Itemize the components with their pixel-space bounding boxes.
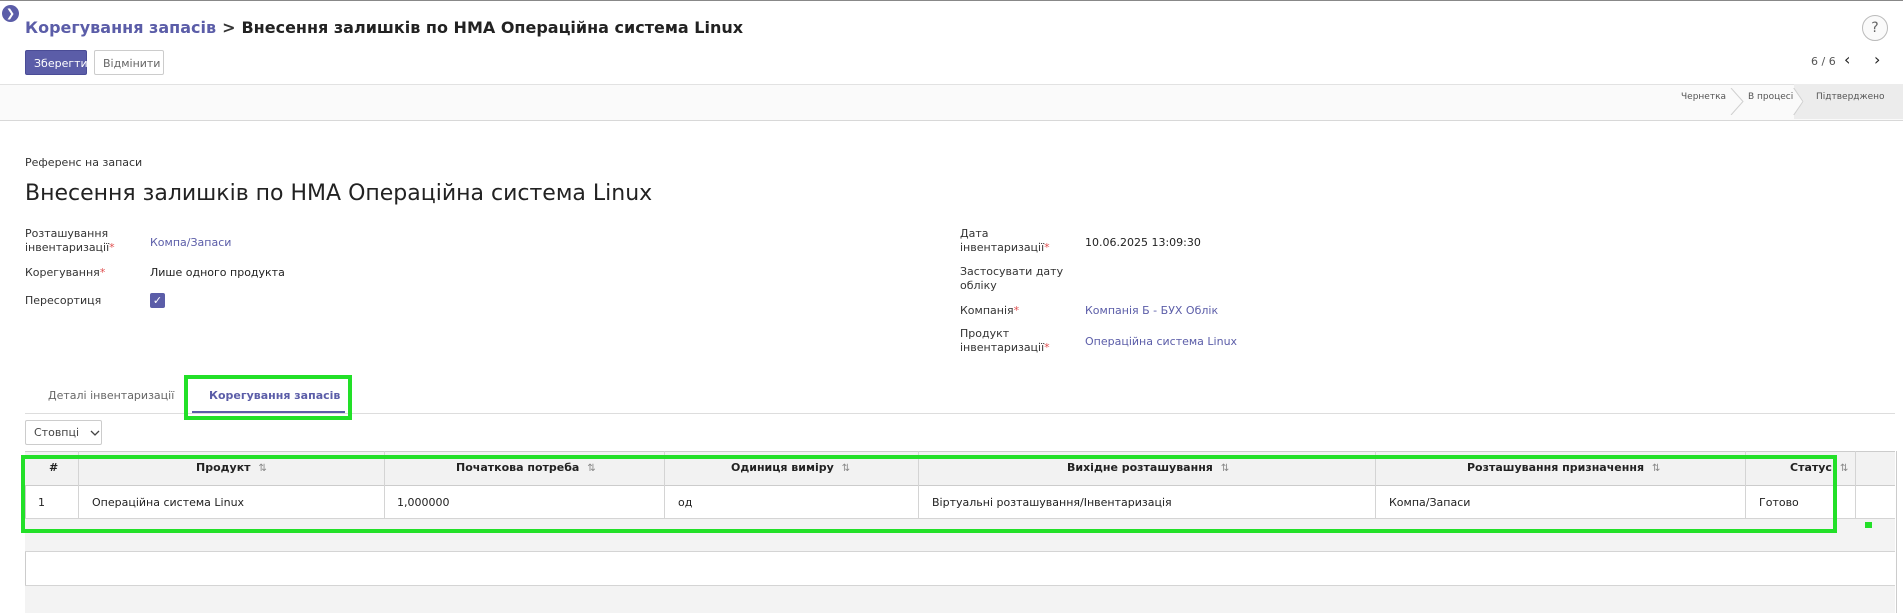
date-label: Дата інвентаризації* — [960, 227, 1050, 255]
adjustment-value[interactable]: Лише одного продукта — [150, 266, 285, 279]
column-divider — [1855, 451, 1856, 518]
sidebar-toggle-icon[interactable]: ❯ — [2, 5, 19, 22]
product-label-line1: Продукт — [960, 327, 1010, 340]
save-button[interactable]: Зберегти — [25, 50, 88, 75]
required-mark: * — [109, 241, 115, 254]
stage-in-progress[interactable]: В процесі — [1748, 92, 1793, 102]
status-bar — [0, 84, 1903, 121]
pager-counter[interactable]: 6 / 6 — [1811, 55, 1836, 68]
required-mark: * — [1044, 341, 1050, 354]
adjustment-label-text: Корегування — [25, 266, 100, 279]
company-label-text: Компанія — [960, 304, 1014, 317]
row-divider — [25, 551, 1895, 552]
breadcrumb: Корегування запасів > Внесення залишків по… — [25, 18, 743, 37]
columns-button-label: Стовпці — [34, 426, 80, 439]
product-value-link[interactable]: Операційна система Linux — [1085, 335, 1237, 348]
location-label-line1: Розташування — [25, 227, 109, 240]
date-value[interactable]: 10.06.2025 13:09:30 — [1085, 236, 1201, 249]
required-mark: * — [99, 266, 106, 279]
reference-label: Референс на запаси — [25, 156, 143, 169]
tab-inventory-details[interactable]: Деталі інвентаризації — [48, 389, 174, 402]
highlight-marker — [1865, 522, 1872, 528]
product-label-line2: інвентаризації — [960, 341, 1045, 354]
chevron-right-icon[interactable]: › — [1874, 52, 1880, 68]
location-value-link[interactable]: Компа/Запаси — [150, 236, 231, 249]
sort-icon[interactable]: ⇅ — [1840, 463, 1848, 474]
accounting-label-line1: Застосувати дату — [960, 265, 1064, 278]
company-value-link[interactable]: Компанія Б - БУХ Облік — [1085, 304, 1218, 317]
record-title: Внесення залишків по НМА Операційна сист… — [25, 181, 653, 206]
stage-confirmed[interactable]: Підтверджено — [1816, 92, 1885, 102]
date-label-line2: інвентаризації — [960, 241, 1045, 254]
accounting-date-label: Застосувати дату обліку — [960, 265, 1063, 293]
discard-button[interactable]: Відмінити — [94, 50, 164, 75]
chevron-down-icon — [90, 430, 100, 436]
tab-highlight-box — [184, 375, 352, 420]
required-mark: * — [1013, 304, 1020, 317]
required-mark: * — [1044, 241, 1050, 254]
top-border — [0, 0, 1903, 1]
chevron-left-icon[interactable]: ‹ — [1844, 52, 1850, 68]
checkmark-icon: ✓ — [152, 294, 163, 307]
location-label: Розташування інвентаризації* — [25, 227, 115, 255]
breadcrumb-separator: > — [222, 18, 236, 37]
columns-dropdown-button[interactable]: Стовпці — [25, 420, 102, 445]
table-highlight-box — [21, 455, 1837, 533]
breadcrumb-current: Внесення залишків по НМА Операційна сист… — [241, 18, 744, 37]
accounting-label-line2: обліку — [960, 279, 997, 292]
adjustment-label: Корегування* — [25, 266, 105, 280]
stage-draft[interactable]: Чернетка — [1681, 92, 1726, 102]
empty-row — [25, 586, 1895, 613]
date-label-line1: Дата — [960, 227, 989, 240]
location-label-line2: інвентаризації — [25, 241, 110, 254]
stage-separator — [1730, 88, 1744, 115]
help-icon[interactable]: ? — [1862, 15, 1888, 41]
company-label: Компанія* — [960, 304, 1019, 318]
product-label: Продукт інвентаризації* — [960, 327, 1050, 355]
resort-label: Пересортиця — [25, 294, 102, 307]
resort-checkbox[interactable]: ✓ — [150, 293, 165, 308]
breadcrumb-parent-link[interactable]: Корегування запасів — [25, 18, 216, 37]
